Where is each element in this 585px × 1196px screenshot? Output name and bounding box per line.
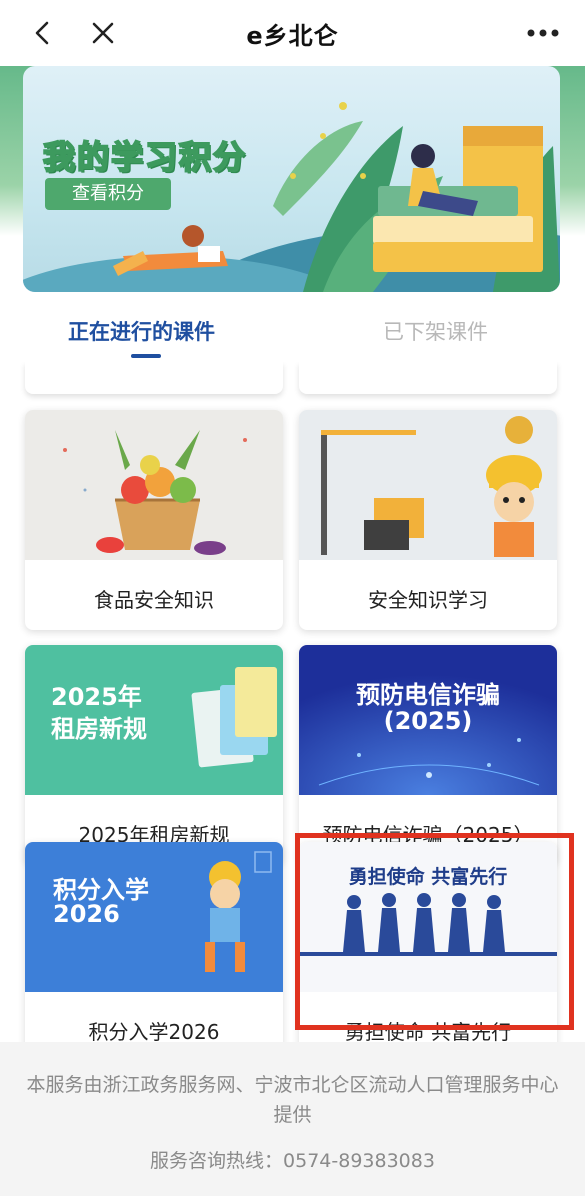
course-card-school-admission[interactable]: 积分入学 2026 积分入学2026 xyxy=(25,842,283,1042)
learning-points-banner[interactable]: 我的学习积分 查看积分 xyxy=(23,66,560,292)
page-title: e乡北仑 xyxy=(246,22,339,50)
course-tabs: 正在进行的课件 已下架课件 xyxy=(0,306,585,362)
course-card-partial[interactable] xyxy=(25,362,283,394)
tab-ongoing-courses[interactable]: 正在进行的课件 xyxy=(68,316,215,346)
thumb-caption: (2025) xyxy=(383,707,473,735)
view-points-button[interactable]: 查看积分 xyxy=(45,178,171,210)
course-title: 积分入学2026 xyxy=(88,1020,220,1042)
course-card-safety-study[interactable]: 安全知识学习 xyxy=(299,410,557,630)
tab-removed-courses[interactable]: 已下架课件 xyxy=(383,316,488,346)
active-tab-indicator xyxy=(131,354,161,358)
service-hotline[interactable]: 服务咨询热线：0574-89383083 xyxy=(0,1146,585,1173)
thumb-caption: 2026 xyxy=(53,900,120,928)
construction-worker-thumbnail xyxy=(299,410,557,560)
nav-bar: e乡北仑 xyxy=(0,0,585,66)
course-card-rental-rules[interactable]: 2025年 租房新规 2025年租房新规 xyxy=(25,645,283,865)
course-title: 食品安全知识 xyxy=(94,588,214,612)
course-title: 安全知识学习 xyxy=(368,588,488,612)
highlight-box xyxy=(295,833,574,1030)
course-card-telecom-fraud[interactable]: 预防电信诈骗 (2025) 预防电信诈骗（2025） xyxy=(299,645,557,865)
food-basket-thumbnail xyxy=(25,410,283,560)
course-list: 食品安全知识 安全知识学习 2025年 租房新规 2025年租房新规 预防电信诈… xyxy=(0,362,585,1042)
more-dots-icon[interactable] xyxy=(523,18,563,48)
course-card-partial[interactable] xyxy=(299,362,557,394)
thumb-caption: 2025年 xyxy=(51,683,142,711)
thumb-caption: 租房新规 xyxy=(51,715,147,743)
banner-title: 我的学习积分 xyxy=(42,137,248,177)
service-provider-info: 本服务由浙江政务服务网、宁波市北仑区流动人口管理服务中心提供 xyxy=(26,1074,559,1126)
thumb-caption: 预防电信诈骗 xyxy=(356,681,500,709)
course-card-food-safety[interactable]: 食品安全知识 xyxy=(25,410,283,630)
footer: 本服务由浙江政务服务网、宁波市北仑区流动人口管理服务中心提供 服务咨询热线：05… xyxy=(0,1042,585,1196)
hero-section: 我的学习积分 查看积分 xyxy=(0,66,585,306)
